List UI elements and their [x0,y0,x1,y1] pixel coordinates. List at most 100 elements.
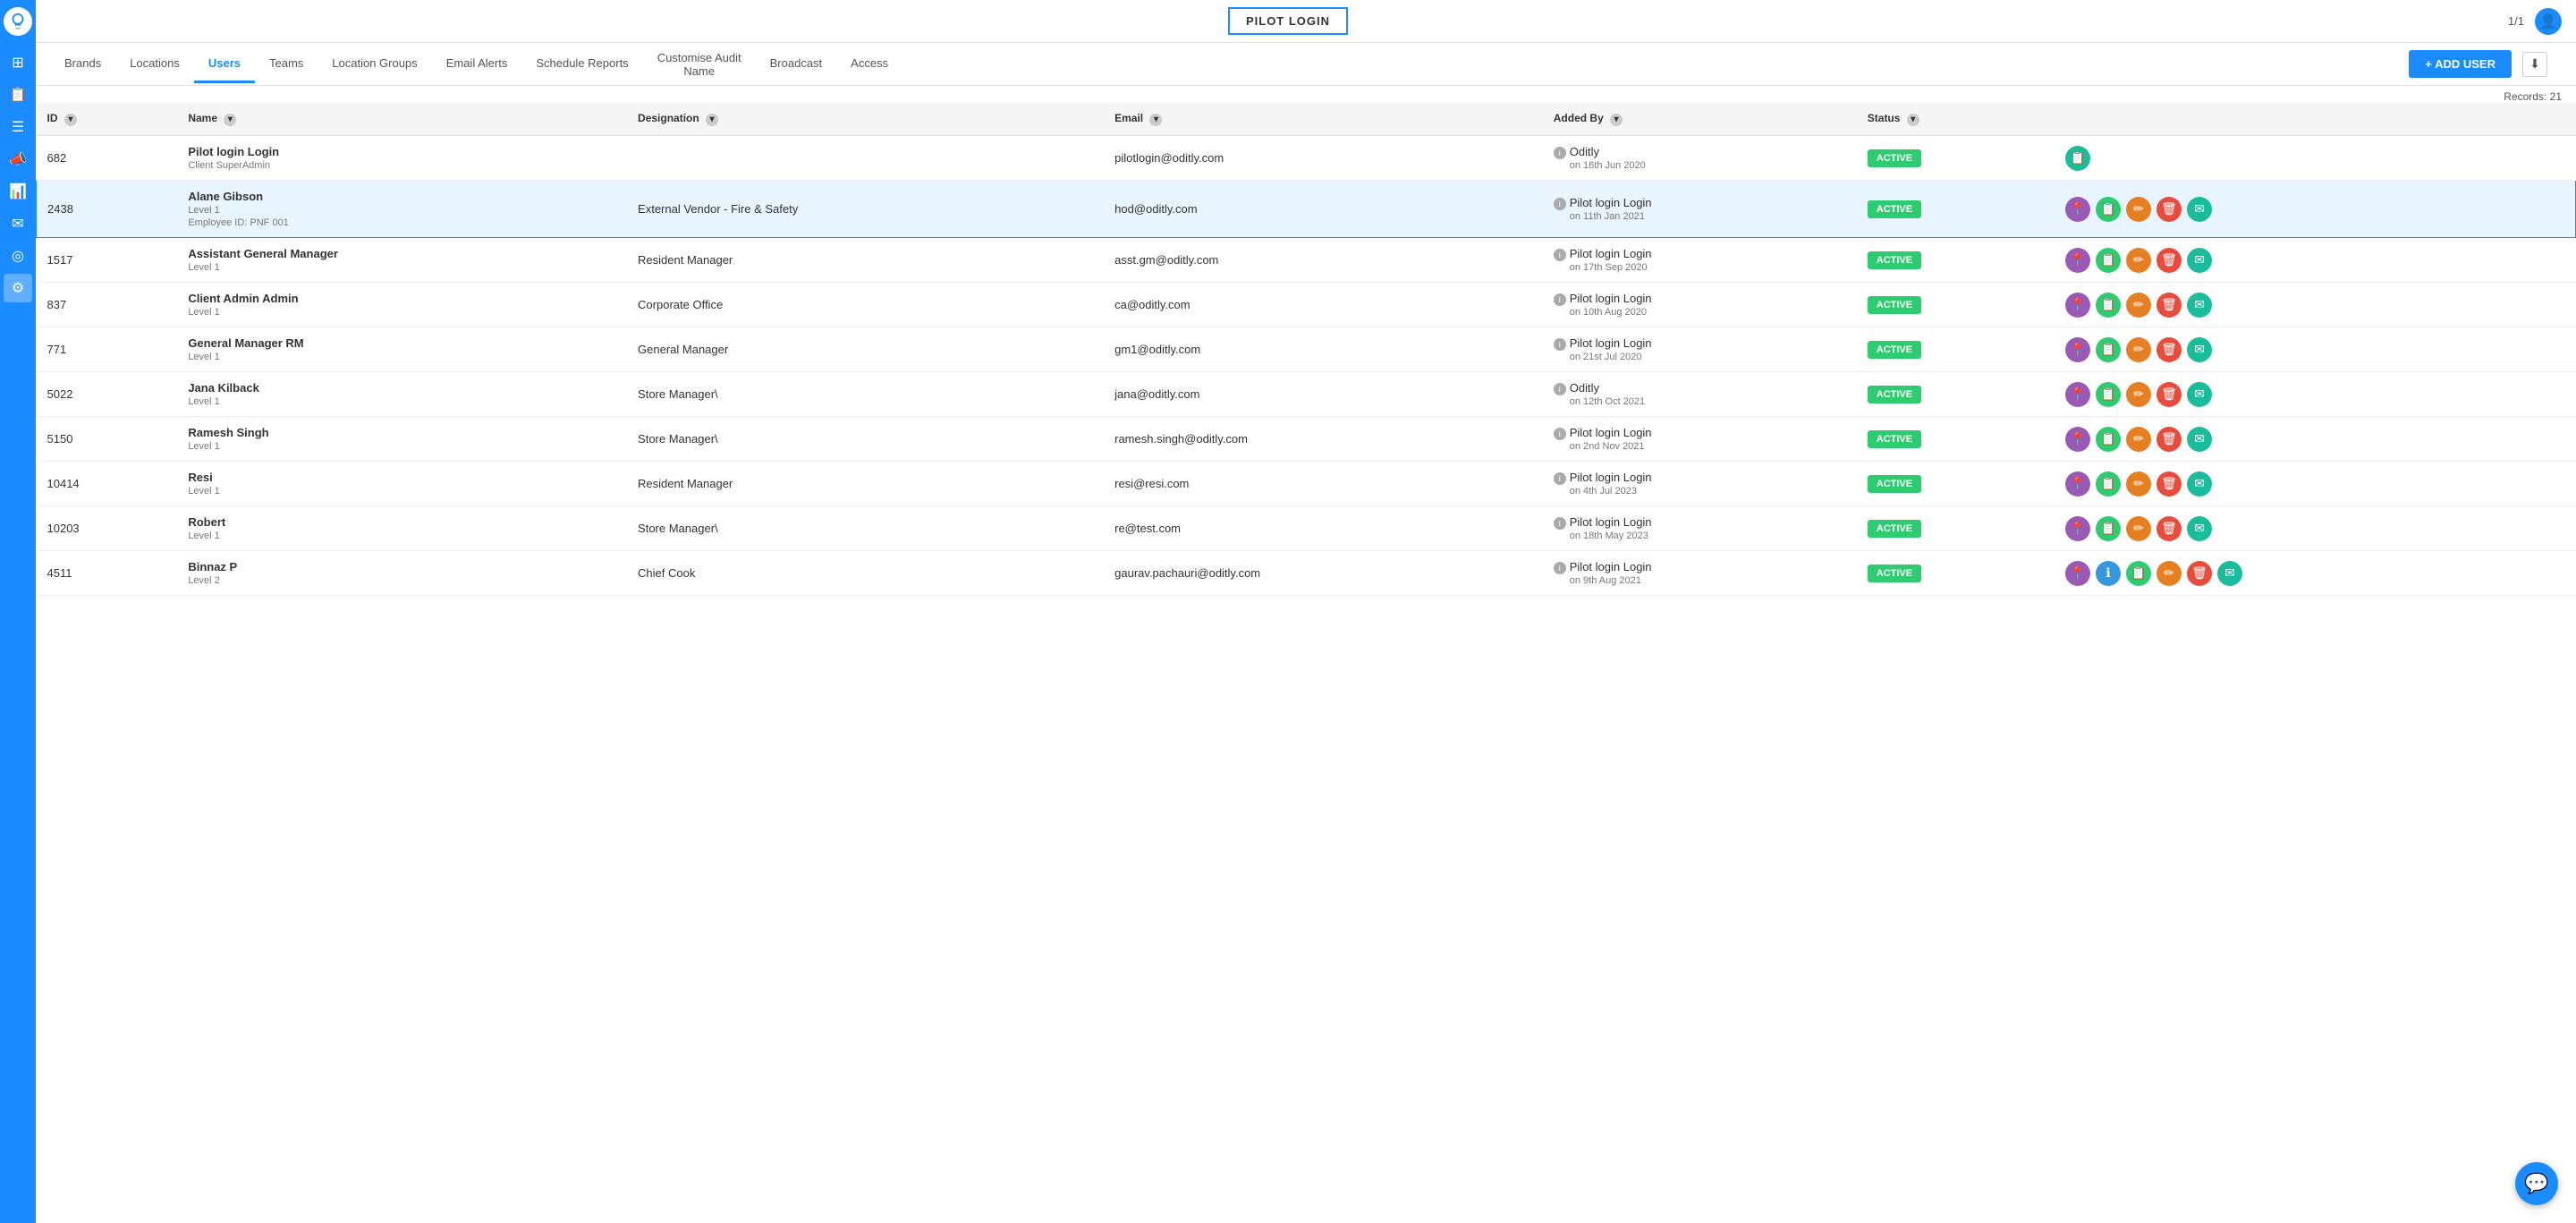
col-name: Name ▾ [177,103,627,136]
col-email: Email ▾ [1104,103,1543,136]
tab-locations[interactable]: Locations [115,46,194,83]
edit-icon-btn[interactable]: ✏ [2126,471,2151,497]
status-badge: ACTIVE [1868,149,1921,167]
tab-email-alerts[interactable]: Email Alerts [432,46,522,83]
table-row[interactable]: 5022Jana KilbackLevel 1Store Manager\jan… [37,372,2576,417]
email-icon-btn[interactable]: ✉ [2217,561,2242,586]
cell-name: RobertLevel 1 [177,506,627,551]
cell-status: ACTIVE [1857,283,2055,327]
sidebar: ⊞ 📋 ☰ 📣 📊 ✉ ◎ ⚙ [0,0,36,1223]
info-btn[interactable]: ℹ [2096,561,2121,586]
table-row[interactable]: 10414ResiLevel 1Resident Managerresi@res… [37,462,2576,506]
copy-icon-btn[interactable]: 📋 [2096,471,2121,497]
table-row[interactable]: 4511Binnaz PLevel 2Chief Cookgaurav.pach… [37,551,2576,596]
table-row[interactable]: 10203RobertLevel 1Store Manager\re@test.… [37,506,2576,551]
copy-icon-btn[interactable]: 📋 [2096,427,2121,452]
sidebar-item-clipboard[interactable]: 📋 [4,81,32,109]
id-sort[interactable]: ▾ [64,114,77,126]
edit-icon-btn[interactable]: ✏ [2126,337,2151,362]
table-row[interactable]: 1517Assistant General ManagerLevel 1Resi… [37,238,2576,283]
table-row[interactable]: 5150Ramesh SinghLevel 1Store Manager\ram… [37,417,2576,462]
location-icon-btn[interactable]: 📍 [2065,561,2090,586]
copy-icon-btn[interactable]: 📋 [2096,516,2121,541]
copy-icon-btn[interactable]: 📋 [2126,561,2151,586]
delete-icon-btn[interactable]: 🗑 [2157,427,2182,452]
location-icon-btn[interactable]: 📍 [2065,293,2090,318]
tab-users[interactable]: Users [194,46,255,83]
tab-schedule-reports[interactable]: Schedule Reports [521,46,642,83]
edit-icon-btn[interactable]: ✏ [2126,293,2151,318]
location-icon-btn[interactable]: 📍 [2065,516,2090,541]
sidebar-item-settings[interactable]: ⚙ [4,274,32,302]
user-avatar[interactable]: 👤 [2535,8,2562,35]
sidebar-item-list[interactable]: ☰ [4,113,32,141]
pilot-login-title: PILOT LOGIN [1228,7,1348,35]
status-sort[interactable]: ▾ [1907,114,1919,126]
edit-icon-btn[interactable]: ✏ [2126,248,2151,273]
copy-icon-btn[interactable]: 📋 [2096,293,2121,318]
sidebar-item-analytics[interactable]: 📊 [4,177,32,206]
cell-id: 5150 [37,417,178,462]
sidebar-item-mail[interactable]: ✉ [4,209,32,238]
table-row[interactable]: 771General Manager RMLevel 1General Mana… [37,327,2576,372]
delete-icon-btn[interactable]: 🗑 [2157,197,2182,222]
add-user-button[interactable]: + ADD USER [2409,50,2512,78]
location-icon-btn[interactable]: 📍 [2065,382,2090,407]
location-icon-btn[interactable]: 📍 [2065,197,2090,222]
action-bar: + ADD USER ⬇ [2394,43,2562,85]
delete-icon-btn[interactable]: 🗑 [2157,382,2182,407]
download-button[interactable]: ⬇ [2522,52,2547,77]
cell-added-by: i Oditly on 12th Oct 2021 [1543,372,1857,417]
copy-icon-btn[interactable]: 📋 [2065,146,2090,171]
delete-icon-btn[interactable]: 🗑 [2157,471,2182,497]
copy-icon-btn[interactable]: 📋 [2096,197,2121,222]
table-row[interactable]: 682Pilot login LoginClient SuperAdminpil… [37,136,2576,181]
designation-sort[interactable]: ▾ [706,114,718,126]
copy-icon-btn[interactable]: 📋 [2096,248,2121,273]
sidebar-item-broadcast[interactable]: 📣 [4,145,32,174]
table-row[interactable]: 837Client Admin AdminLevel 1Corporate Of… [37,283,2576,327]
tab-location-groups[interactable]: Location Groups [318,46,431,83]
info-icon: i [1554,147,1566,159]
name-sort[interactable]: ▾ [224,114,236,126]
email-sort[interactable]: ▾ [1149,114,1162,126]
location-icon-btn[interactable]: 📍 [2065,427,2090,452]
location-icon-btn[interactable]: 📍 [2065,471,2090,497]
delete-icon-btn[interactable]: 🗑 [2157,248,2182,273]
sidebar-item-target[interactable]: ◎ [4,242,32,270]
email-icon-btn[interactable]: ✉ [2187,197,2212,222]
tab-broadcast[interactable]: Broadcast [756,46,837,83]
location-icon-btn[interactable]: 📍 [2065,248,2090,273]
edit-icon-btn[interactable]: ✏ [2126,197,2151,222]
edit-icon-btn[interactable]: ✏ [2126,427,2151,452]
info-icon: i [1554,517,1566,530]
edit-icon-btn[interactable]: ✏ [2126,516,2151,541]
email-icon-btn[interactable]: ✉ [2187,471,2212,497]
email-icon-btn[interactable]: ✉ [2187,293,2212,318]
delete-icon-btn[interactable]: 🗑 [2157,516,2182,541]
email-icon-btn[interactable]: ✉ [2187,516,2212,541]
cell-id: 5022 [37,372,178,417]
app-logo[interactable] [4,7,32,36]
email-icon-btn[interactable]: ✉ [2187,337,2212,362]
delete-icon-btn[interactable]: 🗑 [2187,561,2212,586]
tab-access[interactable]: Access [836,46,902,83]
delete-icon-btn[interactable]: 🗑 [2157,337,2182,362]
cell-name: ResiLevel 1 [177,462,627,506]
email-icon-btn[interactable]: ✉ [2187,427,2212,452]
added-by-sort[interactable]: ▾ [1610,114,1623,126]
chat-button[interactable]: 💬 [2515,1162,2558,1205]
table-row[interactable]: 2438Alane GibsonLevel 1Employee ID: PNF … [37,181,2576,238]
edit-icon-btn[interactable]: ✏ [2126,382,2151,407]
sidebar-item-dashboard[interactable]: ⊞ [4,48,32,77]
tab-teams[interactable]: Teams [255,46,318,83]
email-icon-btn[interactable]: ✉ [2187,382,2212,407]
tab-brands[interactable]: Brands [50,46,115,83]
email-icon-btn[interactable]: ✉ [2187,248,2212,273]
location-icon-btn[interactable]: 📍 [2065,337,2090,362]
copy-icon-btn[interactable]: 📋 [2096,382,2121,407]
edit-icon-btn[interactable]: ✏ [2157,561,2182,586]
delete-icon-btn[interactable]: 🗑 [2157,293,2182,318]
copy-icon-btn[interactable]: 📋 [2096,337,2121,362]
tab-customise-audit-name[interactable]: Customise Audit Name [643,44,756,85]
